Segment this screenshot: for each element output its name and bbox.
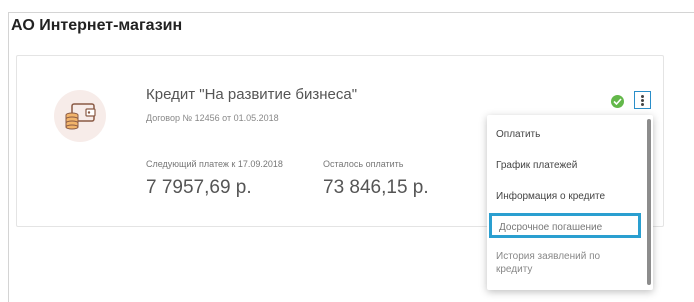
contract-info: Договор № 12456 от 01.05.2018 <box>146 113 279 123</box>
check-circle-icon <box>611 95 624 108</box>
remaining-label: Осталось оплатить <box>323 159 404 169</box>
credit-actions-menu: Оплатить График платежей Информация о кр… <box>487 115 653 290</box>
credit-avatar <box>54 90 106 142</box>
next-payment-label: Следующий платеж к 17.09.2018 <box>146 159 283 169</box>
menu-item-application-history[interactable]: История заявлений по кредиту <box>487 250 627 276</box>
credit-title[interactable]: Кредит "На развитие бизнеса" <box>146 86 357 103</box>
company-title: АО Интернет-магазин <box>11 17 183 34</box>
menu-item-early-repayment[interactable]: Досрочное погашение <box>489 213 641 238</box>
menu-item-payment-schedule[interactable]: График платежей <box>487 159 643 172</box>
next-payment-amount: 7 7957,69 р. <box>146 177 252 198</box>
menu-item-credit-info[interactable]: Информация о кредите <box>487 190 643 203</box>
remaining-amount: 73 846,15 р. <box>323 177 429 198</box>
kebab-menu-icon[interactable] <box>634 91 651 109</box>
wallet-coins-icon <box>65 103 96 130</box>
menu-item-pay[interactable]: Оплатить <box>487 128 643 141</box>
menu-scrollbar[interactable] <box>647 119 651 285</box>
